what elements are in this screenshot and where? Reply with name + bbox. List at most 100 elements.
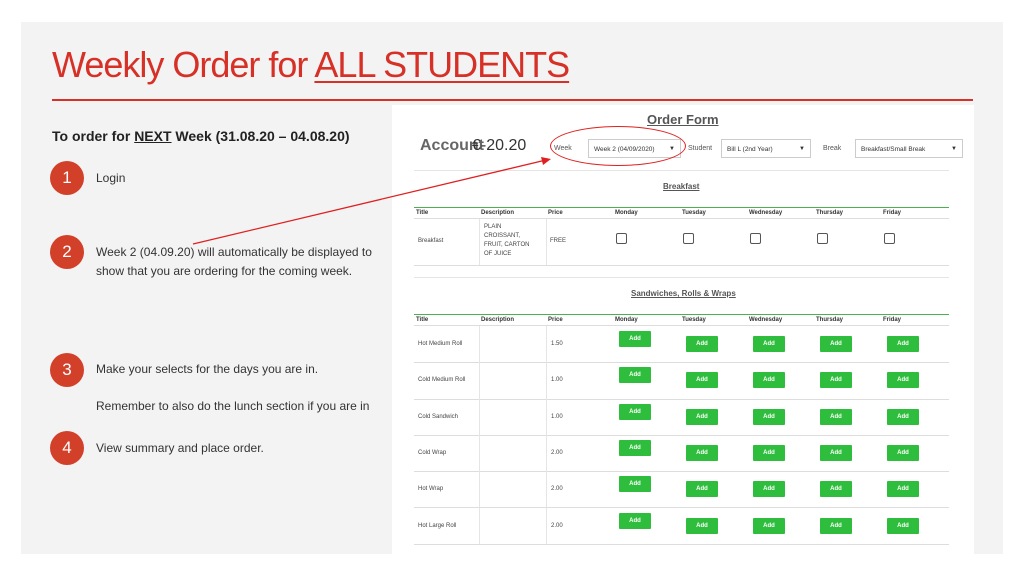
add-thursday-button[interactable]: Add <box>820 444 852 461</box>
title-link: ALL STUDENTS <box>314 44 570 85</box>
description-line: CROISSANT, <box>484 233 521 239</box>
table-row: Breakfast PLAIN CROISSANT, FRUIT, CARTON… <box>414 219 949 266</box>
divider <box>414 170 949 171</box>
description-line: OF JUICE <box>484 251 512 257</box>
column-divider <box>546 507 547 544</box>
col-tuesday: Tuesday <box>682 210 706 216</box>
table-row: Cold Sandwich 1.00 Add Add Add Add Add <box>414 398 949 436</box>
step-text-4: View summary and place order. <box>96 439 264 458</box>
sandwiches-heading: Sandwiches, Rolls & Wraps <box>631 289 736 298</box>
chevron-down-icon: ▼ <box>799 146 805 152</box>
highlight-oval <box>550 126 686 166</box>
add-thursday-button[interactable]: Add <box>820 481 852 498</box>
add-monday-button[interactable]: Add <box>619 367 651 384</box>
step-2-line-2: show that you are ordering for the comin… <box>96 264 353 278</box>
add-wednesday-button[interactable]: Add <box>753 372 785 389</box>
thursday-checkbox[interactable] <box>817 233 828 244</box>
add-tuesday-button[interactable]: Add <box>686 517 718 534</box>
step-3-line-2 <box>96 379 369 397</box>
add-wednesday-button[interactable]: Add <box>753 481 785 498</box>
add-thursday-button[interactable]: Add <box>820 336 852 352</box>
step-number-4: 4 <box>50 431 84 465</box>
add-wednesday-button[interactable]: Add <box>753 408 785 425</box>
step-3-line-1: Make your selects for the days you are i… <box>96 362 319 376</box>
add-friday-button[interactable]: Add <box>887 517 919 534</box>
slide: Weekly Order for ALL STUDENTS To order f… <box>21 22 1003 554</box>
column-divider <box>479 219 480 265</box>
row-title: Hot Wrap <box>418 486 444 493</box>
wednesday-checkbox[interactable] <box>750 233 761 244</box>
add-tuesday-button[interactable]: Add <box>686 336 718 352</box>
slide-title: Weekly Order for ALL STUDENTS <box>52 44 570 86</box>
column-divider <box>546 434 547 472</box>
add-friday-button[interactable]: Add <box>887 408 919 425</box>
col-friday: Friday <box>883 210 902 216</box>
row-title: Cold Sandwich <box>418 413 459 420</box>
row-description: PLAIN CROISSANT, FRUIT, CARTON OF JUICE <box>484 223 529 259</box>
add-thursday-button[interactable]: Add <box>820 372 852 389</box>
subheading-emphasis: NEXT <box>134 128 172 144</box>
column-divider <box>479 398 480 435</box>
break-label: Break <box>823 145 842 152</box>
col-price: Price <box>548 317 563 323</box>
column-divider <box>479 326 480 363</box>
step-number-1: 1 <box>50 161 84 195</box>
add-friday-button[interactable]: Add <box>887 336 919 352</box>
add-friday-button[interactable]: Add <box>887 481 919 498</box>
add-tuesday-button[interactable]: Add <box>686 444 718 461</box>
order-form: Order Form Account €-20.20 Week Week 2 (… <box>392 105 974 554</box>
add-monday-button[interactable]: Add <box>619 476 651 493</box>
add-thursday-button[interactable]: Add <box>820 408 852 425</box>
table-row: Hot Wrap 2.00 Add Add Add Add Add <box>414 471 949 509</box>
add-wednesday-button[interactable]: Add <box>753 336 785 352</box>
description-line: FRUIT, CARTON <box>484 242 530 248</box>
row-title: Cold Wrap <box>418 449 447 456</box>
table-row: Hot Medium Roll 1.50 Add Add Add Add Add <box>414 326 949 364</box>
column-divider <box>479 471 480 508</box>
step-1-line: Login <box>96 171 126 185</box>
add-monday-button[interactable]: Add <box>619 512 651 529</box>
add-thursday-button[interactable]: Add <box>820 517 852 534</box>
step-number-2: 2 <box>50 235 84 269</box>
col-description: Description <box>481 317 515 323</box>
student-label: Student <box>688 145 713 152</box>
subheading-prefix: To order for <box>52 128 135 144</box>
chevron-down-icon: ▼ <box>951 146 957 152</box>
row-price: 2.00 <box>551 449 563 456</box>
friday-checkbox[interactable] <box>884 233 895 244</box>
row-title: Hot Large Roll <box>418 522 457 529</box>
add-tuesday-button[interactable]: Add <box>686 408 718 425</box>
add-friday-button[interactable]: Add <box>887 444 919 461</box>
row-price: 2.00 <box>551 486 563 493</box>
step-text-1: Login <box>96 169 125 188</box>
add-monday-button[interactable]: Add <box>619 403 651 420</box>
order-form-title: Order Form <box>647 112 719 127</box>
column-divider <box>479 507 480 544</box>
add-wednesday-button[interactable]: Add <box>753 517 785 534</box>
subheading: To order for NEXT Week (31.08.20 – 04.08… <box>52 128 350 144</box>
col-monday: Monday <box>615 210 638 216</box>
col-title: Title <box>416 210 429 216</box>
monday-checkbox[interactable] <box>616 233 627 244</box>
account-balance: €-20.20 <box>472 137 527 154</box>
add-friday-button[interactable]: Add <box>887 372 919 389</box>
row-title: Hot Medium Roll <box>418 341 463 347</box>
table-row: Hot Large Roll 2.00 Add Add Add Add Add <box>414 507 949 545</box>
description-line: PLAIN <box>484 224 502 230</box>
col-title: Title <box>416 317 429 323</box>
column-divider <box>479 362 480 399</box>
subheading-suffix: Week (31.08.20 – 04.08.20) <box>171 128 350 144</box>
table-row: Cold Medium Roll 1.00 Add Add Add Add Add <box>414 362 949 400</box>
add-monday-button[interactable]: Add <box>619 331 651 347</box>
add-tuesday-button[interactable]: Add <box>686 481 718 498</box>
col-price: Price <box>548 210 563 216</box>
column-divider <box>546 398 547 435</box>
tuesday-checkbox[interactable] <box>683 233 694 244</box>
title-prefix: Weekly Order for <box>52 44 315 85</box>
break-select[interactable]: Breakfast/Small Break ▼ <box>855 139 963 158</box>
student-select[interactable]: Bill L (2nd Year) ▼ <box>721 139 811 158</box>
add-tuesday-button[interactable]: Add <box>686 372 718 389</box>
add-wednesday-button[interactable]: Add <box>753 444 785 461</box>
add-monday-button[interactable]: Add <box>619 439 651 456</box>
row-title: Breakfast <box>418 238 444 244</box>
